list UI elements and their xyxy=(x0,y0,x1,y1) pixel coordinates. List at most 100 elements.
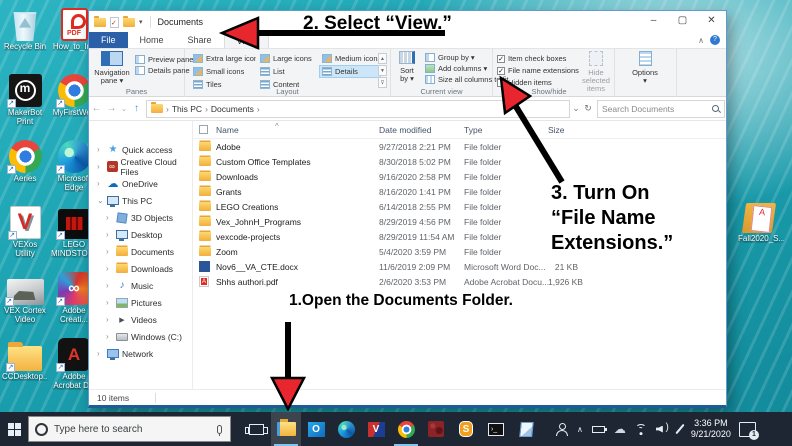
sidebar-item[interactable]: › Pictures xyxy=(89,294,192,311)
sidebar-item[interactable]: › Videos xyxy=(89,311,192,328)
new-folder-icon[interactable] xyxy=(123,18,135,27)
sidebar-item[interactable]: › Documents xyxy=(89,243,192,260)
tree-chevron-icon[interactable]: › xyxy=(106,213,113,222)
sidebar-item[interactable]: › Downloads xyxy=(89,260,192,277)
tree-chevron-icon[interactable]: › xyxy=(106,298,113,307)
column-header-type[interactable]: Type xyxy=(464,125,548,135)
volume-icon[interactable] xyxy=(656,424,670,435)
desktop-icon[interactable]: MakerBot Print xyxy=(2,70,48,136)
action-center-button[interactable]: 1 xyxy=(739,422,756,437)
taskbar-chrome[interactable] xyxy=(391,412,421,446)
taskbar-edge[interactable] xyxy=(331,412,361,446)
table-row[interactable]: Nov6__VA_CTE.docx 11/6/2019 2:09 PM Micr… xyxy=(193,259,726,274)
qat-customize-caret-icon[interactable]: ▾ xyxy=(139,18,143,26)
desktop-icon[interactable]: CCDesktop... xyxy=(2,334,48,400)
tree-chevron-icon[interactable]: › xyxy=(97,349,104,358)
layout-option[interactable]: Extra large icons xyxy=(190,52,257,65)
tree-chevron-icon[interactable]: › xyxy=(97,162,104,171)
onedrive-cloud-icon[interactable]: ☁ xyxy=(614,423,626,435)
sort-ascending-icon[interactable]: ^ xyxy=(275,122,279,131)
table-row[interactable]: Downloads 9/16/2020 2:58 PM File folder xyxy=(193,169,726,184)
taskbar-robotc[interactable] xyxy=(421,412,451,446)
address-dropdown-icon[interactable]: ⌄ xyxy=(570,103,582,114)
search-icon[interactable] xyxy=(711,104,720,113)
minimize-button[interactable]: – xyxy=(639,11,668,33)
column-header-name[interactable]: Name xyxy=(216,125,379,135)
layout-option[interactable]: List xyxy=(257,65,319,78)
tree-chevron-icon[interactable]: › xyxy=(106,247,113,256)
taskbar-file-explorer[interactable] xyxy=(271,412,301,446)
back-icon[interactable]: ← xyxy=(89,103,104,114)
hidden-icons-chevron-icon[interactable]: ∧ xyxy=(577,425,583,434)
sidebar-item[interactable]: › Music xyxy=(89,277,192,294)
desktop-icon[interactable]: Recycle Bin xyxy=(2,4,48,70)
gallery-up-icon[interactable]: ▲ xyxy=(378,53,387,64)
people-icon[interactable] xyxy=(555,423,568,436)
gallery-down-icon[interactable]: ▼ xyxy=(378,65,387,76)
desktop-icon[interactable]: VEX Cortex Video Train... xyxy=(2,268,48,334)
tree-chevron-icon[interactable]: › xyxy=(97,145,104,154)
collapse-ribbon-icon[interactable]: ∧ xyxy=(698,36,704,45)
sidebar-item[interactable]: › Windows (C:) xyxy=(89,328,192,345)
layout-option[interactable]: Large icons xyxy=(257,52,319,65)
up-icon[interactable]: ↑ xyxy=(129,103,144,114)
sidebar-item[interactable]: › 3D Objects xyxy=(89,209,192,226)
tree-chevron-icon[interactable]: › xyxy=(106,281,113,290)
column-header-date[interactable]: Date modified xyxy=(379,125,464,135)
ribbon-tab[interactable]: View xyxy=(224,32,269,48)
breadcrumb-documents[interactable]: Documents xyxy=(211,104,254,114)
taskbar-search-input[interactable]: Type here to search xyxy=(28,416,231,442)
table-row[interactable]: LEGO Creations 6/14/2018 2:55 PM File fo… xyxy=(193,199,726,214)
layout-option[interactable]: Medium icons xyxy=(319,52,381,65)
ribbon-tab[interactable]: Share xyxy=(176,32,224,48)
tree-chevron-icon[interactable]: › xyxy=(97,179,104,188)
desktop-icon[interactable]: VEXos Utility xyxy=(2,202,48,268)
breadcrumb[interactable]: This PC Documents xyxy=(146,100,570,118)
checkbox-icon[interactable] xyxy=(497,55,505,63)
layout-option[interactable]: Details xyxy=(319,65,381,78)
tree-chevron-icon[interactable]: › xyxy=(106,315,113,324)
table-row[interactable]: vexcode-projects 8/29/2019 11:54 AM File… xyxy=(193,229,726,244)
taskbar-smart-notebook[interactable]: S xyxy=(451,412,481,446)
forward-icon[interactable]: → xyxy=(104,103,119,114)
table-row[interactable]: Grants 8/16/2020 1:41 PM File folder xyxy=(193,184,726,199)
navigation-pane-button[interactable]: Navigation pane ▾ xyxy=(91,51,133,85)
taskbar-command-prompt[interactable]: ›_ xyxy=(481,412,511,446)
tree-chevron-icon[interactable]: › xyxy=(106,332,113,341)
tree-chevron-icon[interactable]: › xyxy=(106,230,113,239)
desktop-icon[interactable]: Aeries xyxy=(2,136,48,202)
wifi-icon[interactable] xyxy=(635,424,647,435)
options-button[interactable]: Options ▾ xyxy=(623,51,667,85)
sort-by-button[interactable]: Sort by ▾ xyxy=(391,51,423,83)
taskbar-outlook[interactable] xyxy=(301,412,331,446)
ribbon-tab[interactable]: File xyxy=(89,32,128,48)
start-button[interactable] xyxy=(0,412,28,446)
help-icon[interactable]: ? xyxy=(710,35,720,45)
table-row[interactable]: Zoom 5/4/2020 3:59 PM File folder xyxy=(193,244,726,259)
show-hide-checkbox[interactable]: Hidden items xyxy=(497,78,579,87)
checkbox-icon[interactable] xyxy=(497,79,505,87)
taskbar-vexcode[interactable] xyxy=(361,412,391,446)
taskbar-notepad[interactable] xyxy=(511,412,541,446)
select-all-checkbox[interactable] xyxy=(199,125,208,134)
ribbon-tab[interactable]: Home xyxy=(128,32,176,48)
task-view-button[interactable] xyxy=(241,412,271,446)
pen-icon[interactable] xyxy=(675,424,684,434)
battery-icon[interactable] xyxy=(592,426,605,433)
sidebar-item[interactable]: ⌄ This PC xyxy=(89,192,192,209)
maximize-button[interactable]: ▢ xyxy=(668,11,697,33)
table-row[interactable]: Adobe 9/27/2018 2:21 PM File folder xyxy=(193,139,726,154)
taskbar-clock[interactable]: 3:36 PM 9/21/2020 xyxy=(691,418,731,440)
tree-chevron-icon[interactable]: ⌄ xyxy=(97,196,104,205)
close-button[interactable]: ✕ xyxy=(697,11,726,33)
tree-chevron-icon[interactable]: › xyxy=(106,264,113,273)
properties-icon[interactable] xyxy=(110,17,119,28)
breadcrumb-this-pc[interactable]: This PC xyxy=(172,104,202,114)
column-header-size[interactable]: Size xyxy=(548,125,578,135)
sidebar-item[interactable]: › Creative Cloud Files xyxy=(89,158,192,175)
microphone-icon[interactable] xyxy=(217,425,222,434)
checkbox-icon[interactable] xyxy=(497,67,505,75)
table-row[interactable]: Vex_JohnH_Programs 8/29/2019 4:56 PM Fil… xyxy=(193,214,726,229)
desktop-icon[interactable]: Fall2020_S... xyxy=(733,196,789,243)
refresh-icon[interactable]: ↻ xyxy=(582,103,594,114)
